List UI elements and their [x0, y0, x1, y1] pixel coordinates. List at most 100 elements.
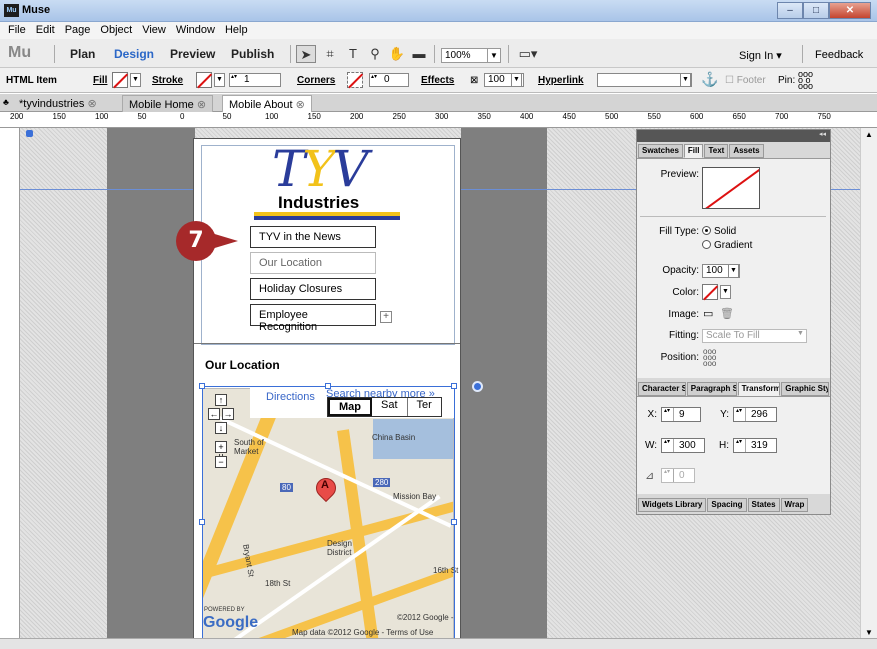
tab-paragraph-styles[interactable]: Paragraph S: [686, 382, 737, 396]
tab-wrap[interactable]: Wrap: [780, 498, 809, 512]
width-field[interactable]: 300: [661, 438, 705, 453]
panel-collapse-icon[interactable]: ◂◂: [637, 130, 830, 142]
tab-swatches[interactable]: Swatches: [638, 144, 683, 158]
folder-icon[interactable]: ▭: [703, 307, 713, 320]
corners-link[interactable]: Corners: [297, 75, 335, 86]
menu-object[interactable]: Object: [95, 22, 137, 39]
tab-character-styles[interactable]: Character S: [638, 382, 686, 396]
guide-handle[interactable]: [26, 130, 33, 137]
google-map-widget[interactable]: [202, 388, 454, 640]
nav-button-tyv-news[interactable]: TYV in the News: [250, 226, 376, 248]
resize-handle[interactable]: [451, 519, 457, 525]
hand-tool-icon[interactable]: ✋: [387, 45, 407, 63]
menu-page[interactable]: Page: [60, 22, 96, 39]
scroll-up-icon[interactable]: ▲: [865, 130, 873, 139]
tab-fill[interactable]: Fill: [683, 144, 704, 158]
tab-mobile-about[interactable]: Mobile About ⊗: [222, 95, 312, 112]
trash-icon[interactable]: 🗑: [720, 307, 734, 320]
stroke-swatch[interactable]: [196, 72, 212, 88]
resize-handle[interactable]: [199, 519, 205, 525]
menu-view[interactable]: View: [137, 22, 171, 39]
tab-tyvindustries[interactable]: *tyvindustries ⊗: [13, 95, 103, 112]
zoom-tool-icon[interactable]: ⚲: [365, 45, 385, 63]
widget-options-icon[interactable]: [472, 381, 483, 392]
position-grid-icon[interactable]: ooo ooo ooo: [703, 348, 716, 368]
fitting-select[interactable]: Scale To Fill: [702, 329, 807, 343]
fill-swatch[interactable]: [112, 72, 128, 88]
chevron-down-icon[interactable]: ▼: [130, 73, 141, 87]
hyperlink-link[interactable]: Hyperlink: [538, 75, 584, 86]
directions-link[interactable]: Directions: [266, 391, 315, 403]
vertical-scrollbar[interactable]: ▲ ▼: [860, 128, 877, 638]
zoom-level-select[interactable]: 100% ▼: [441, 48, 501, 63]
zoom-out-icon[interactable]: −: [215, 456, 227, 468]
chevron-down-icon[interactable]: ▼: [214, 73, 225, 87]
stroke-width-stepper[interactable]: 1: [229, 73, 281, 87]
chevron-down-icon[interactable]: ▼: [720, 285, 731, 299]
fill-gradient-radio[interactable]: Gradient: [702, 240, 752, 251]
maximize-button[interactable]: □: [803, 2, 829, 19]
map-data-attribution[interactable]: Map data ©2012 Google - Terms of Use: [292, 628, 433, 637]
publish-mode-button[interactable]: Publish: [231, 47, 274, 61]
plan-mode-button[interactable]: Plan: [70, 47, 95, 61]
rectangle-tool-icon[interactable]: ▬: [409, 45, 429, 63]
fill-color-swatch[interactable]: [702, 284, 718, 300]
tab-graphic-styles[interactable]: Graphic Sty: [781, 382, 829, 396]
resize-handle[interactable]: [199, 383, 205, 389]
preview-device-icon[interactable]: ▭▾: [515, 45, 541, 63]
menu-file[interactable]: File: [3, 22, 31, 39]
minimize-button[interactable]: –: [777, 2, 803, 19]
nav-button-employee-recognition[interactable]: Employee Recognition: [250, 304, 376, 333]
hyperlink-input[interactable]: [597, 73, 692, 87]
chevron-down-icon[interactable]: ▼: [728, 264, 739, 278]
tab-mobile-home[interactable]: Mobile Home ⊗: [122, 95, 214, 112]
pan-up-icon[interactable]: ↑: [215, 394, 227, 406]
preview-mode-button[interactable]: Preview: [170, 47, 215, 61]
vertical-ruler[interactable]: [0, 128, 20, 649]
pan-left-icon[interactable]: ←: [208, 408, 220, 420]
anchor-icon[interactable]: ⚓: [701, 71, 718, 88]
effects-link[interactable]: Effects: [421, 75, 454, 86]
scroll-down-icon[interactable]: ▼: [865, 628, 873, 637]
fill-link[interactable]: Fill: [93, 75, 107, 86]
selection-tool-icon[interactable]: ➤: [296, 45, 316, 63]
design-mode-button[interactable]: Design: [114, 47, 154, 61]
pan-down-icon[interactable]: ↓: [215, 422, 227, 434]
fill-solid-radio[interactable]: Solid: [702, 226, 736, 237]
chevron-down-icon[interactable]: ▼: [680, 73, 691, 87]
close-tab-icon[interactable]: ⊗: [87, 98, 96, 110]
y-position-field[interactable]: 296: [733, 407, 777, 422]
text-tool-icon[interactable]: T: [343, 45, 363, 63]
sign-in-menu[interactable]: Sign In ▾: [739, 49, 782, 62]
tab-spacing[interactable]: Spacing: [707, 498, 747, 512]
menu-window[interactable]: Window: [171, 22, 220, 39]
tab-states[interactable]: States: [747, 498, 780, 512]
feedback-link[interactable]: Feedback: [815, 49, 863, 61]
chevron-down-icon[interactable]: ▼: [797, 330, 804, 337]
x-position-field[interactable]: 9: [661, 407, 701, 422]
horizontal-ruler[interactable]: 200 150 100 50 0 50 100 150 200 250 300 350 400 450 50…: [0, 112, 877, 128]
nav-button-our-location[interactable]: Our Location: [250, 252, 376, 274]
close-button[interactable]: ✕: [829, 2, 871, 19]
tab-widgets-library[interactable]: Widgets Library: [638, 498, 707, 512]
crop-tool-icon[interactable]: ⌗: [320, 45, 340, 63]
corners-icon[interactable]: [347, 72, 363, 88]
chevron-down-icon[interactable]: ▼: [487, 49, 500, 62]
zoom-in-icon[interactable]: +: [215, 441, 227, 453]
stroke-link[interactable]: Stroke: [152, 75, 183, 86]
rotation-field[interactable]: 0: [661, 468, 695, 483]
close-tab-icon[interactable]: ⊗: [197, 99, 206, 111]
close-tab-icon[interactable]: ⊗: [296, 99, 305, 111]
menu-help[interactable]: Help: [220, 22, 253, 39]
add-menu-item-button[interactable]: +: [380, 311, 392, 323]
resize-handle[interactable]: [451, 383, 457, 389]
tab-assets[interactable]: Assets: [729, 144, 764, 158]
resize-handle[interactable]: [325, 383, 331, 389]
pin-position-grid-icon[interactable]: ooo o o ooo: [798, 70, 813, 91]
map-type-terrain-button[interactable]: Ter: [408, 398, 441, 416]
pan-right-icon[interactable]: →: [222, 408, 234, 420]
menu-edit[interactable]: Edit: [31, 22, 60, 39]
nav-button-holiday-closures[interactable]: Holiday Closures: [250, 278, 376, 300]
height-field[interactable]: 319: [733, 438, 777, 453]
corner-radius-stepper[interactable]: 0: [369, 73, 409, 87]
